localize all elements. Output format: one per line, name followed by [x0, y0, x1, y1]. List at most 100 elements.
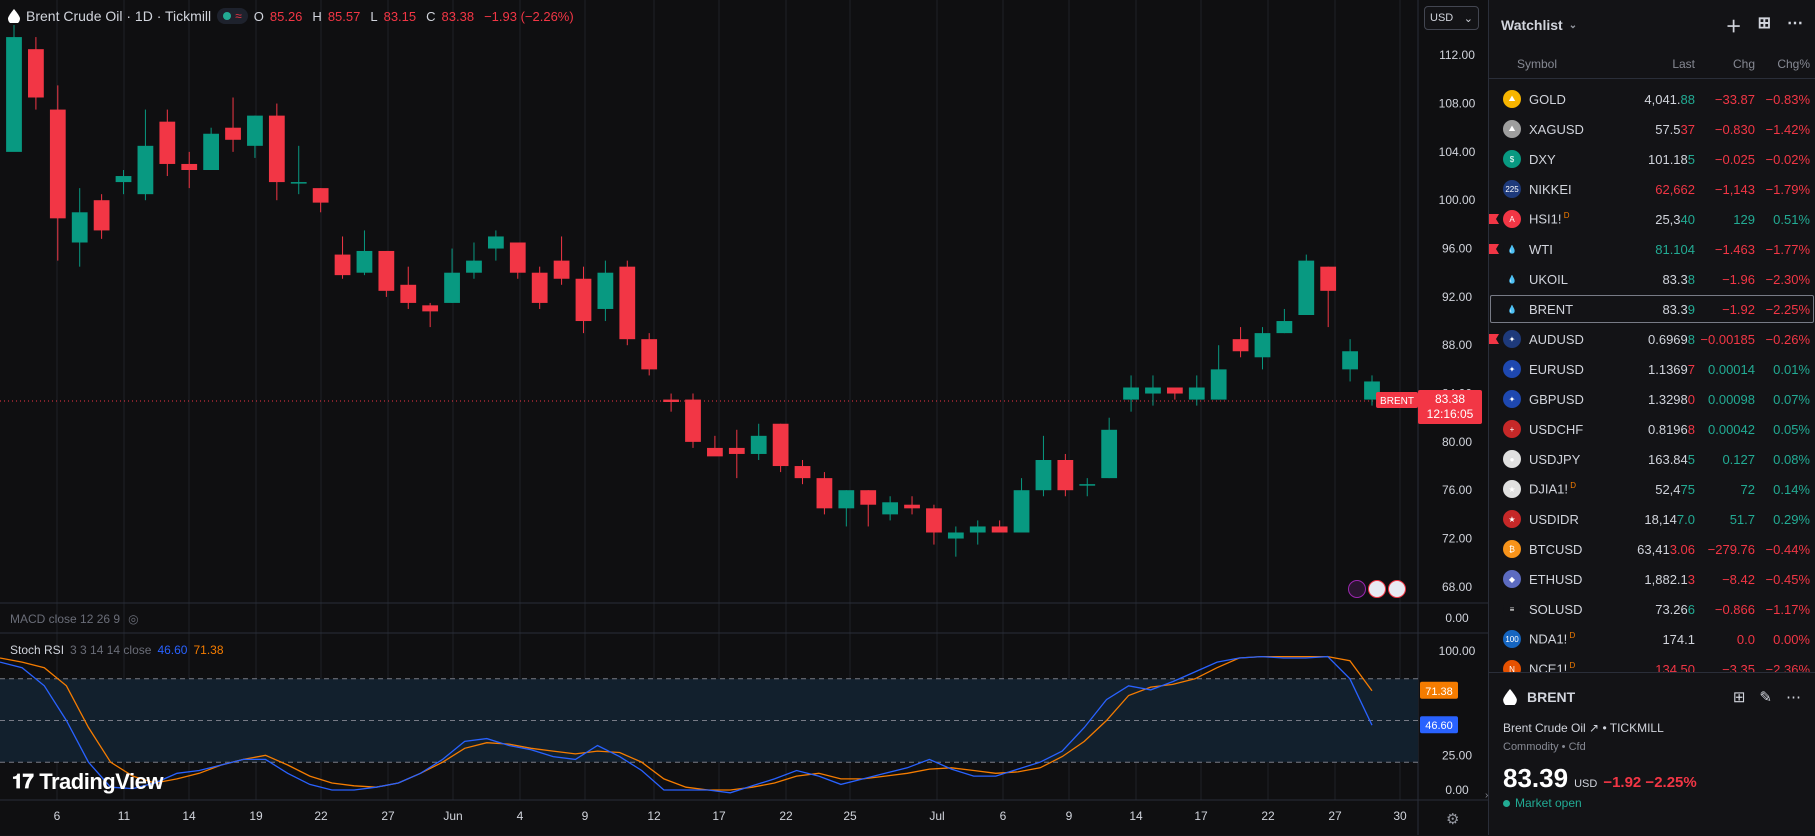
symbol-name: EURUSD	[1529, 362, 1599, 377]
change-percent: −1.77%	[1765, 241, 1810, 257]
details-currency: USD	[1574, 778, 1598, 790]
macd-axis-label: 0.00	[1445, 611, 1469, 625]
more-icon[interactable]: ⋯	[1786, 688, 1801, 706]
gear-icon[interactable]: ⚙	[1446, 810, 1459, 828]
details-name[interactable]: Brent Crude Oil	[1503, 721, 1586, 735]
layout-grid-icon[interactable]: ⊞	[1733, 688, 1746, 706]
change-percent: 0.29%	[1773, 511, 1810, 527]
event-us-flag-icon[interactable]	[1388, 580, 1406, 598]
candle-body	[247, 115, 263, 146]
watchlist-row-ukoil[interactable]: 💧 UKOIL 83.38 −1.96 −2.30%	[1489, 264, 1815, 294]
external-link-icon[interactable]: ↗	[1589, 721, 1599, 735]
symbol-name: USDIDR	[1529, 512, 1599, 527]
event-flash-icon[interactable]	[1348, 580, 1366, 598]
candle-body	[1298, 260, 1315, 315]
details-exchange[interactable]: • TICKMILL	[1602, 721, 1663, 735]
candle-body	[203, 133, 220, 170]
flag-marker-icon[interactable]	[1489, 244, 1499, 254]
watchlist-row-ethusd[interactable]: ◆ ETHUSD 1,882.13 −8.42 −0.45%	[1489, 564, 1815, 594]
candle-body	[1101, 429, 1118, 479]
macd-label: MACD close 12 26 9	[10, 612, 121, 626]
price-chart[interactable]: 6 11 14 19 22 27 Jun 4 9 12 17 22 25 Jul 6 9 14 17 22 27 30 1…	[0, 0, 1488, 835]
x-axis-label: 9	[1066, 809, 1073, 823]
candle-body	[1188, 387, 1205, 400]
more-icon[interactable]: ⋯	[1787, 13, 1803, 37]
watchlist-row-usdchf[interactable]: + USDCHF 0.81968 0.00042 0.05%	[1489, 414, 1815, 444]
currency-select[interactable]: USD ⌄	[1424, 6, 1479, 30]
tradingview-logo[interactable]: 𝟏𝟕 TradingView	[12, 769, 163, 795]
change-value: −1.93 (−2.26%)	[484, 8, 574, 24]
last-price: 18,147.0	[1599, 512, 1695, 527]
last-price-main: 101.18	[1648, 151, 1688, 167]
column-chg-pct[interactable]: Chg%	[1755, 57, 1810, 71]
watchlist-row-usdjpy[interactable]: ● USDJPY 163.845 0.127 0.08%	[1489, 444, 1815, 474]
last-price: 174.1	[1599, 632, 1695, 647]
column-last[interactable]: Last	[1589, 57, 1695, 71]
watchlist-row-eurusd[interactable]: ✦ EURUSD 1.13697 0.00014 0.01%	[1489, 354, 1815, 384]
chart-title[interactable]: Brent Crude Oil · 1D · Tickmill	[26, 8, 211, 24]
event-us-flag-icon[interactable]	[1368, 580, 1386, 598]
watchlist-row-djia1[interactable]: ★ DJIA1! D 52,475 72 0.14%	[1489, 474, 1815, 504]
edit-icon[interactable]: ✎	[1759, 688, 1772, 706]
chevron-down-icon[interactable]: ⌄	[1569, 20, 1577, 31]
column-symbol[interactable]: Symbol	[1489, 57, 1589, 71]
stoch-legend[interactable]: Stoch RSI 3 3 14 14 close 46.60 71.38	[10, 643, 224, 657]
watchlist-row-solusd[interactable]: ≡ SOLUSD 73.266 −0.866 −1.17%	[1489, 594, 1815, 624]
screener-icon[interactable]: ⊞	[1758, 13, 1771, 37]
watchlist-title[interactable]: Watchlist	[1501, 17, 1563, 33]
market-open-dot	[1503, 800, 1510, 807]
last-price-main: 0.8196	[1648, 421, 1688, 437]
candle-body	[904, 504, 920, 509]
watchlist-row-brent[interactable]: 💧 BRENT 83.39 −1.92 −2.25%	[1489, 294, 1815, 324]
collapse-panel-icon[interactable]: ›	[1485, 790, 1493, 806]
price-tag-value: 83.38	[1435, 392, 1465, 406]
change-percent: 0.00%	[1773, 631, 1810, 647]
candle	[334, 236, 351, 279]
market-status-pill[interactable]: ≈	[217, 8, 248, 24]
low-label: L	[370, 8, 378, 24]
watchlist-row-dxy[interactable]: $ DXY 101.185 −0.025 −0.02%	[1489, 144, 1815, 174]
watchlist-row-nce1[interactable]: N NCE1! D 134.50 −3.35 −2.36%	[1489, 654, 1815, 672]
symbol-logo-icon: ✦	[1503, 360, 1521, 378]
watchlist-row-usdidr[interactable]: ★ USDIDR 18,147.0 51.7 0.29%	[1489, 504, 1815, 534]
candle-body	[268, 115, 285, 183]
add-symbol-icon[interactable]: ＋	[1726, 13, 1742, 37]
high-value: 85.57	[327, 8, 361, 24]
event-markers[interactable]	[1348, 580, 1406, 598]
x-axis-label: 27	[381, 809, 395, 823]
watchlist-row-gbpusd[interactable]: ✦ GBPUSD 1.32980 0.00098 0.07%	[1489, 384, 1815, 414]
symbol-name: GOLD	[1529, 92, 1599, 107]
symbol-logo-icon: ◆	[1503, 570, 1521, 588]
macd-legend[interactable]: MACD close 12 26 9 ◎	[10, 612, 139, 626]
watchlist-row-xagusd[interactable]: ⛰ XAGUSD 57.537 −0.830 −1.42%	[1489, 114, 1815, 144]
price-axis-label: 112.00	[1439, 48, 1475, 62]
watchlist-row-nda1[interactable]: 100 NDA1! D 174.1 0.0 0.00%	[1489, 624, 1815, 654]
last-price: 4,041.88	[1599, 92, 1695, 107]
candle-body	[1057, 460, 1074, 491]
candle-body	[181, 163, 198, 170]
candle-body	[400, 284, 417, 303]
candle-body	[772, 423, 789, 467]
flag-marker-icon[interactable]	[1489, 214, 1499, 224]
price-axis-label: 96.00	[1442, 242, 1472, 256]
chart-pane[interactable]: 6 11 14 19 22 27 Jun 4 9 12 17 22 25 Jul 6 9 14 17 22 27 30 1…	[0, 0, 1489, 835]
symbol-logo-icon: $	[1503, 150, 1521, 168]
candle	[159, 109, 176, 177]
watchlist-row-hsi1[interactable]: A HSI1! D 25,340 129 0.51%	[1489, 204, 1815, 234]
symbol-logo-icon: N	[1503, 660, 1521, 672]
change-percent: −2.30%	[1765, 271, 1810, 287]
flag-marker-icon[interactable]	[1489, 334, 1499, 344]
watchlist-row-nikkei[interactable]: 225 NIKKEI 62,662 −1,143 −1.79%	[1489, 174, 1815, 204]
watchlist-row-wti[interactable]: 💧 WTI 81.104 −1.463 −1.77%	[1489, 234, 1815, 264]
change-percent: 0.08%	[1773, 451, 1810, 467]
watchlist-row-audusd[interactable]: ✦ AUDUSD 0.69698 −0.00185 −0.26%	[1489, 324, 1815, 354]
eye-hidden-icon[interactable]: ◎	[128, 612, 138, 626]
change-value: 0.00014	[1708, 361, 1755, 377]
watchlist-row-btcusd[interactable]: ₿ BTCUSD 63,413.06 −279.76 −0.44%	[1489, 534, 1815, 564]
symbol-logo-icon: A	[1503, 210, 1521, 228]
open-value: 85.26	[269, 8, 303, 24]
watchlist-list[interactable]: ⛰ GOLD 4,041.88 −33.87 −0.83% ⛰ XAGUSD 57.537 −0…	[1489, 84, 1815, 672]
column-chg[interactable]: Chg	[1695, 57, 1755, 71]
watchlist-row-gold[interactable]: ⛰ GOLD 4,041.88 −33.87 −0.83%	[1489, 84, 1815, 114]
details-symbol[interactable]: BRENT	[1527, 689, 1575, 705]
